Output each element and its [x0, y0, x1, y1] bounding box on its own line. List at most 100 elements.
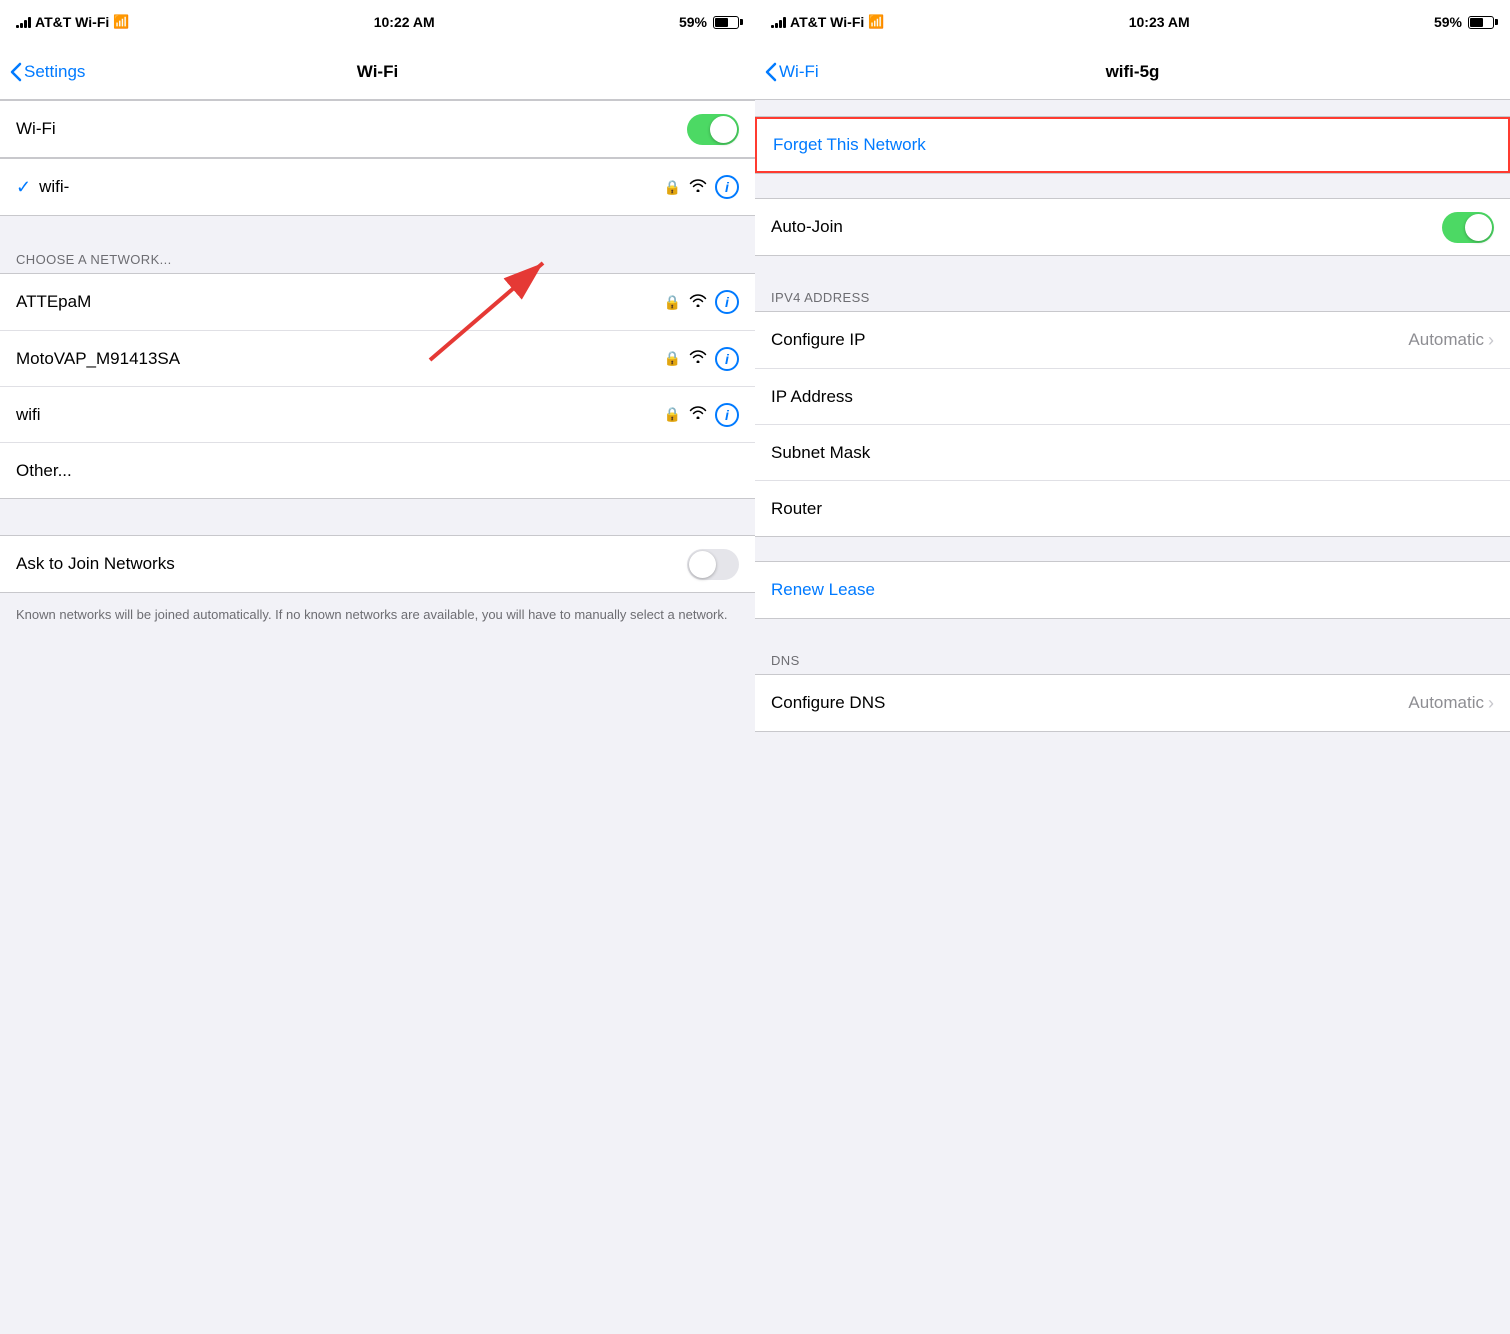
back-label: Settings [24, 62, 85, 82]
wifi-section-body: Wi-Fi [0, 100, 755, 158]
time-label: 10:22 AM [374, 14, 435, 30]
lock-icon-attepaM: 🔒 [664, 294, 681, 311]
auto-join-toggle-knob [1465, 214, 1492, 241]
dns-section-header: DNS [755, 643, 1510, 674]
checkmark-icon: ✓ [16, 177, 31, 198]
auto-join-label: Auto-Join [771, 217, 1442, 237]
time-label-right: 10:23 AM [1129, 14, 1190, 30]
separator-1 [0, 216, 755, 240]
page-title-left: Wi-Fi [357, 62, 398, 82]
chevron-icon-configure-ip: › [1488, 330, 1494, 351]
info-button-motovap[interactable]: i [715, 347, 739, 371]
wifi-status-icon: 📶 [113, 14, 129, 30]
configure-ip-label: Configure IP [771, 330, 1408, 350]
wifi-toggle-row: Wi-Fi [0, 101, 755, 157]
network-row-attepaM-right: 🔒 i [664, 290, 739, 314]
nav-bar-left: Settings Wi-Fi [0, 44, 755, 100]
back-chevron-icon-right [765, 62, 777, 82]
renew-lease-row[interactable]: Renew Lease [755, 562, 1510, 618]
network-name-attepaM: ATTEpaM [16, 292, 664, 312]
info-button-connected[interactable]: i [715, 175, 739, 199]
ask-join-section: Ask to Join Networks [0, 535, 755, 593]
wifi-icon-wifi [689, 405, 707, 424]
page-title-right: wifi-5g [1106, 62, 1160, 82]
right-panel: AT&T Wi-Fi 📶 10:23 AM 59% Wi-Fi wifi-5g … [755, 0, 1510, 1334]
status-right-left: AT&T Wi-Fi 📶 [771, 14, 884, 30]
lock-icon: 🔒 [664, 179, 681, 196]
nav-bar-right: Wi-Fi wifi-5g [755, 44, 1510, 100]
back-label-right: Wi-Fi [779, 62, 819, 82]
battery-icon-right [1468, 16, 1494, 29]
battery-percent-right: 59% [1434, 14, 1462, 30]
connected-network-row[interactable]: ✓ wifi- 🔒 i [0, 159, 755, 215]
network-row-attepaM[interactable]: ATTEpaM 🔒 i [0, 274, 755, 330]
carrier-label: AT&T Wi-Fi [35, 14, 109, 30]
router-label: Router [771, 499, 1494, 519]
ask-join-toggle-knob [689, 551, 716, 578]
separator-2 [0, 499, 755, 535]
info-button-attepaM[interactable]: i [715, 290, 739, 314]
ipv4-section: Configure IP Automatic › IP Address Subn… [755, 311, 1510, 537]
choose-network-label: CHOOSE A NETWORK... [0, 240, 755, 273]
status-right-right: 59% [1434, 14, 1494, 30]
ask-join-toggle[interactable] [687, 549, 739, 580]
back-chevron-icon [10, 62, 22, 82]
battery-fill-right [1470, 18, 1483, 27]
network-row-other[interactable]: Other... [0, 442, 755, 498]
subnet-mask-row[interactable]: Subnet Mask [755, 424, 1510, 480]
back-button-settings[interactable]: Settings [10, 62, 85, 82]
auto-join-row: Auto-Join [755, 199, 1510, 255]
network-row-wifi-right: 🔒 i [664, 403, 739, 427]
network-row-motovap[interactable]: MotoVAP_M91413SA 🔒 i [0, 330, 755, 386]
wifi-signal-icon [689, 178, 707, 196]
configure-dns-value: Automatic [1408, 693, 1484, 713]
configure-ip-value: Automatic [1408, 330, 1484, 350]
carrier-label-right: AT&T Wi-Fi [790, 14, 864, 30]
separator-right-4 [755, 619, 1510, 643]
ip-address-row[interactable]: IP Address [755, 368, 1510, 424]
right-content: Forget This Network Auto-Join IPV4 ADDRE… [755, 100, 1510, 1334]
connected-network-name: wifi- [39, 177, 663, 197]
status-right: 59% [679, 14, 739, 30]
network-row-motovap-right: 🔒 i [664, 347, 739, 371]
connected-section-body: ✓ wifi- 🔒 i [0, 158, 755, 216]
subnet-mask-label: Subnet Mask [771, 443, 1494, 463]
chevron-icon-configure-dns: › [1488, 693, 1494, 714]
network-name-wifi: wifi [16, 405, 664, 425]
auto-join-section: Auto-Join [755, 198, 1510, 256]
lock-icon-motovap: 🔒 [664, 350, 681, 367]
renew-section: Renew Lease [755, 561, 1510, 619]
lock-icon-wifi: 🔒 [664, 406, 681, 423]
ask-join-row: Ask to Join Networks [0, 536, 755, 592]
wifi-icon-motovap [689, 349, 707, 368]
forget-network-label: Forget This Network [773, 135, 926, 155]
configure-ip-row[interactable]: Configure IP Automatic › [755, 312, 1510, 368]
renew-lease-label: Renew Lease [771, 580, 875, 600]
wifi-toggle[interactable] [687, 114, 739, 145]
router-row[interactable]: Router [755, 480, 1510, 536]
connected-row-right: 🔒 i [664, 175, 739, 199]
battery-percent: 59% [679, 14, 707, 30]
network-row-wifi[interactable]: wifi 🔒 i [0, 386, 755, 442]
right-top-spacer [755, 100, 1510, 116]
signal-bars [16, 16, 31, 28]
footer-text: Known networks will be joined automatica… [0, 593, 755, 637]
back-button-wifi[interactable]: Wi-Fi [765, 62, 819, 82]
info-button-wifi[interactable]: i [715, 403, 739, 427]
network-name-motovap: MotoVAP_M91413SA [16, 349, 664, 369]
auto-join-toggle[interactable] [1442, 212, 1494, 243]
dns-section: Configure DNS Automatic › [755, 674, 1510, 732]
battery-fill [715, 18, 728, 27]
status-left: AT&T Wi-Fi 📶 [16, 14, 129, 30]
forget-network-row[interactable]: Forget This Network [755, 117, 1510, 173]
status-bar-right: AT&T Wi-Fi 📶 10:23 AM 59% [755, 0, 1510, 44]
signal-bars-right [771, 16, 786, 28]
separator-right-1 [755, 174, 1510, 198]
wifi-icon-attepaM [689, 293, 707, 312]
separator-right-5 [755, 732, 1510, 756]
wifi-section: Wi-Fi [0, 100, 755, 158]
wifi-label: Wi-Fi [16, 119, 687, 139]
connected-section: ✓ wifi- 🔒 i [0, 158, 755, 216]
configure-dns-row[interactable]: Configure DNS Automatic › [755, 675, 1510, 731]
ask-join-label: Ask to Join Networks [16, 554, 687, 574]
